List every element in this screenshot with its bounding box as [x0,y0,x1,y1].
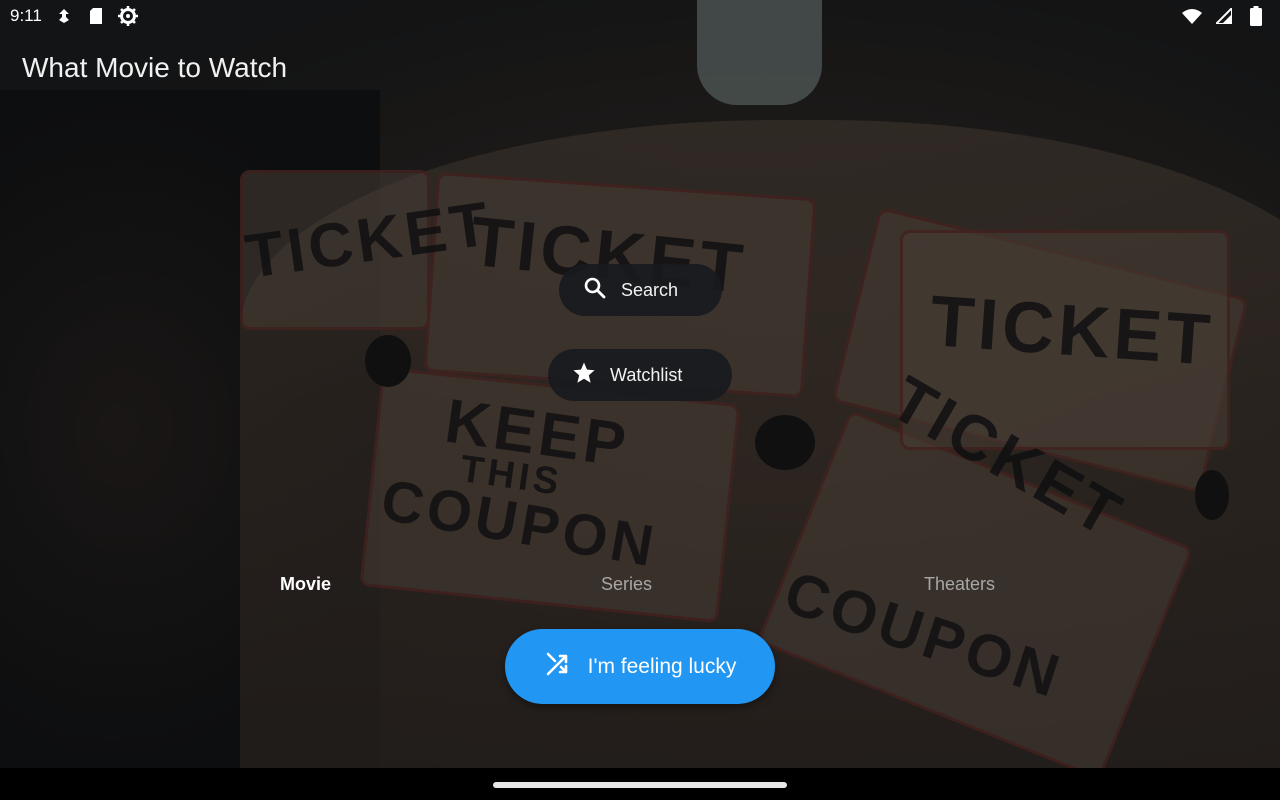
category-tabs: Movie Series Theaters [0,568,1280,602]
feeling-lucky-button[interactable]: I'm feeling lucky [505,629,775,704]
cell-signal-icon [1214,6,1234,26]
search-icon [583,276,607,305]
status-bar: 9:11 [0,0,1280,32]
star-icon [572,361,596,390]
settings-gear-icon [117,6,138,26]
watchlist-button-label: Watchlist [610,364,683,385]
search-button[interactable]: Search [559,264,722,316]
search-button-label: Search [621,279,679,300]
status-time: 9:11 [10,6,42,25]
tab-series[interactable]: Series [601,574,652,595]
navigation-bar [0,768,1280,800]
battery-icon [1246,6,1266,26]
home-gesture-handle[interactable] [493,782,787,788]
wifi-icon [1182,6,1202,26]
signal-arrow-icon [54,6,74,26]
feeling-lucky-label: I'm feeling lucky [587,654,737,678]
tab-movie[interactable]: Movie [280,574,331,595]
app-title: What Movie to Watch [22,52,288,83]
watchlist-button[interactable]: Watchlist [548,349,732,401]
sd-card-icon [86,6,106,26]
shuffle-icon [544,650,572,684]
tab-theaters[interactable]: Theaters [924,574,995,595]
